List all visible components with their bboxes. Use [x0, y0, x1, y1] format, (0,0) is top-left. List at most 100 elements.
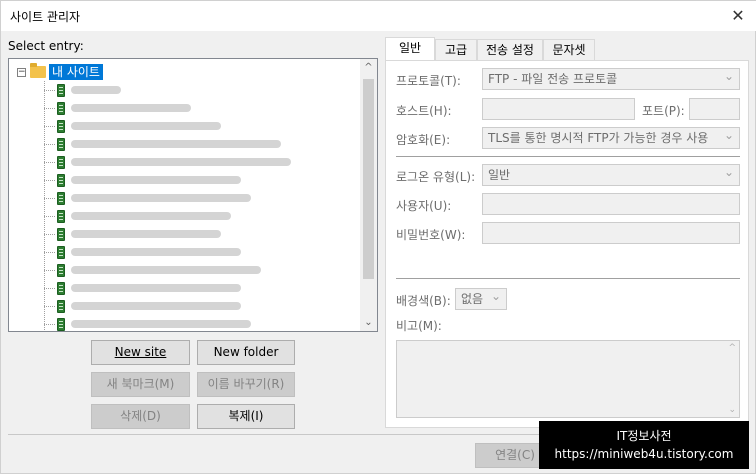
blurred-site-name — [71, 230, 221, 238]
server-icon — [57, 173, 65, 187]
new-bookmark-button[interactable]: 새 북마크(M) — [91, 372, 190, 397]
blurred-site-name — [71, 104, 191, 112]
tree-item-site[interactable] — [44, 261, 261, 279]
port-label: 포트(P): — [642, 104, 685, 118]
tab-transfer-settings[interactable]: 전송 설정 — [477, 39, 543, 61]
title-bar: 사이트 관리자 ✕ — [1, 1, 756, 31]
blurred-site-name — [71, 212, 231, 220]
host-input[interactable] — [482, 98, 635, 120]
blurred-site-name — [71, 194, 251, 202]
blurred-site-name — [71, 158, 291, 166]
tree-connector — [44, 305, 55, 307]
tree-connector — [44, 107, 55, 109]
tree-item-site[interactable] — [44, 81, 121, 99]
tree-connector — [44, 323, 55, 325]
delete-button[interactable]: 삭제(D) — [91, 404, 190, 429]
scroll-up-icon[interactable]: ^ — [360, 59, 377, 76]
new-site-button[interactable]: New site — [91, 340, 190, 365]
server-icon — [57, 245, 65, 259]
server-icon — [57, 155, 65, 169]
blurred-site-name — [71, 320, 251, 328]
blurred-site-name — [71, 266, 261, 274]
watermark-url: https://miniweb4u.tistory.com — [554, 447, 734, 461]
tree-item-site[interactable] — [44, 189, 251, 207]
blurred-site-name — [71, 284, 241, 292]
window-title: 사이트 관리자 — [10, 10, 81, 24]
tree-item-site[interactable] — [44, 135, 281, 153]
comments-textarea[interactable]: ^ ⌄ — [396, 340, 740, 418]
tree-item-site[interactable] — [44, 207, 231, 225]
host-label: 호스트(H): — [396, 104, 452, 118]
tree-scrollbar[interactable]: ^ ⌄ — [360, 59, 377, 331]
site-manager-window: 사이트 관리자 ✕ Select entry: − 내 사이트 ^ ⌄ New … — [0, 0, 756, 474]
tree-connector — [44, 161, 55, 163]
tree-item-site[interactable] — [44, 297, 241, 315]
comments-label: 비고(M): — [396, 319, 442, 333]
watermark: IT정보사전 https://miniweb4u.tistory.com — [539, 421, 749, 469]
tree-connector — [44, 197, 55, 199]
password-label: 비밀번호(W): — [396, 228, 466, 242]
blurred-site-name — [71, 86, 121, 94]
logon-type-select[interactable]: 일반 — [482, 164, 740, 186]
scroll-down-icon[interactable]: ⌄ — [360, 314, 377, 331]
protocol-select[interactable]: FTP - 파일 전송 프로토콜 — [482, 68, 740, 90]
bg-color-label: 배경색(B): — [396, 294, 451, 308]
user-input[interactable] — [482, 193, 740, 215]
server-icon — [57, 209, 65, 223]
tree-item-site[interactable] — [44, 243, 241, 261]
server-icon — [57, 83, 65, 97]
encryption-select[interactable]: TLS를 통한 명시적 FTP가 가능한 경우 사용 — [482, 127, 740, 149]
port-input[interactable] — [689, 98, 740, 120]
server-icon — [57, 101, 65, 115]
protocol-label: 프로토콜(T): — [396, 74, 461, 88]
bg-color-select[interactable]: 없음 — [455, 288, 507, 310]
textarea-scroll-down-icon[interactable]: ⌄ — [728, 405, 736, 415]
server-icon — [57, 281, 65, 295]
tree-connector — [44, 215, 55, 217]
logon-type-label: 로그온 유형(L): — [396, 170, 476, 184]
new-site-label: New site — [114, 345, 167, 359]
collapse-icon[interactable]: − — [17, 67, 26, 77]
tree-item-site[interactable] — [44, 171, 241, 189]
rename-button[interactable]: 이름 바꾸기(R) — [197, 372, 295, 397]
scroll-thumb[interactable] — [363, 79, 374, 279]
new-folder-label: New folder — [213, 345, 279, 359]
folder-icon — [30, 63, 46, 78]
server-icon — [57, 317, 65, 331]
tree-item-site[interactable] — [44, 279, 241, 297]
general-panel: 프로토콜(T): FTP - 파일 전송 프로토콜 호스트(H): 포트(P):… — [385, 60, 749, 428]
tree-item-site[interactable] — [44, 117, 221, 135]
server-icon — [57, 119, 65, 133]
tree-connector — [44, 251, 55, 253]
tree-connector — [44, 287, 55, 289]
tree-connector — [44, 269, 55, 271]
encryption-label: 암호화(E): — [396, 133, 451, 147]
user-label: 사용자(U): — [396, 199, 452, 213]
password-input[interactable] — [482, 222, 740, 244]
server-icon — [57, 137, 65, 151]
section-divider — [396, 156, 740, 157]
tree-item-site[interactable] — [44, 99, 191, 117]
close-icon[interactable]: ✕ — [727, 5, 749, 27]
tab-charset[interactable]: 문자셋 — [543, 39, 595, 61]
tab-advanced[interactable]: 고급 — [435, 39, 477, 61]
tree-item-site[interactable] — [44, 315, 251, 331]
duplicate-button[interactable]: 복제(I) — [197, 404, 295, 429]
new-folder-button[interactable]: New folder — [197, 340, 295, 365]
section-divider-2 — [396, 278, 740, 279]
server-icon — [57, 299, 65, 313]
tree-root-my-sites[interactable]: − 내 사이트 — [17, 63, 103, 81]
tree-root-label[interactable]: 내 사이트 — [49, 64, 103, 80]
site-tree[interactable]: − 내 사이트 ^ ⌄ — [8, 58, 378, 332]
tab-general[interactable]: 일반 — [385, 37, 435, 61]
tree-item-site[interactable] — [44, 225, 221, 243]
tree-connector — [44, 143, 55, 145]
tree-connector — [44, 125, 55, 127]
tree-connector — [44, 233, 55, 235]
tree-connector — [44, 89, 55, 91]
textarea-scroll-up-icon[interactable]: ^ — [728, 343, 736, 353]
tree-item-site[interactable] — [44, 153, 291, 171]
server-icon — [57, 191, 65, 205]
select-entry-label: Select entry: — [8, 39, 84, 53]
blurred-site-name — [71, 140, 281, 148]
